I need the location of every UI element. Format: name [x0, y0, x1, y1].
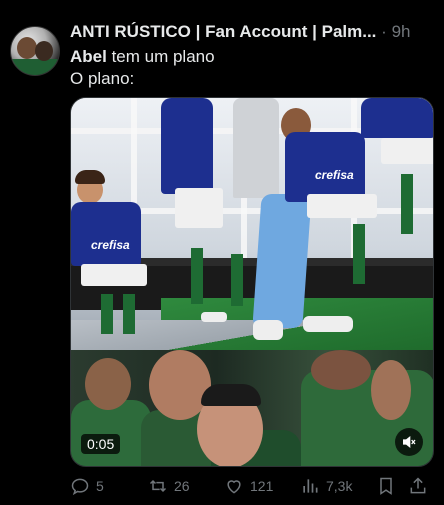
tweet-text: Abel tem um plano O plano:: [70, 46, 215, 90]
separator-dot: ·: [381, 22, 387, 41]
like-count: 121: [250, 478, 274, 494]
tweet-header: ANTI RÚSTICO | Fan Account | Palm... · 9…: [70, 22, 438, 42]
retweet-button[interactable]: 26: [148, 474, 190, 498]
like-icon: [227, 480, 241, 494]
retweet-icon: [149, 479, 167, 493]
video-duration: 0:05: [81, 434, 121, 454]
share-button[interactable]: [408, 474, 428, 498]
jersey-sponsor-text: crefisa: [91, 238, 130, 252]
like-button[interactable]: 121: [224, 474, 273, 498]
timestamp[interactable]: 9h: [392, 22, 411, 41]
mute-icon: [403, 435, 416, 449]
views-button[interactable]: 7,3k: [300, 474, 352, 498]
author-name[interactable]: ANTI RÚSTICO | Fan Account | Palm...: [70, 22, 376, 41]
action-bar: 5 26 121 7,3k: [70, 474, 434, 498]
tweet[interactable]: ANTI RÚSTICO | Fan Account | Palm... · 9…: [0, 0, 444, 505]
video-player[interactable]: crefisa crefisa 0:05: [70, 97, 434, 467]
retweet-count: 26: [174, 478, 190, 494]
video-frame-bench: crefisa crefisa: [71, 98, 433, 350]
bookmark-icon: [380, 477, 392, 495]
mute-button[interactable]: [395, 428, 423, 456]
views-icon: [303, 479, 318, 493]
bookmark-button[interactable]: [376, 474, 396, 498]
tweet-text-line1: tem um plano: [106, 47, 215, 66]
views-count: 7,3k: [326, 478, 353, 494]
avatar[interactable]: [10, 26, 60, 76]
tweet-text-line2: O plano:: [70, 69, 135, 88]
video-frame-crowd: [71, 350, 433, 466]
reply-button[interactable]: 5: [70, 474, 104, 498]
reply-count: 5: [96, 478, 104, 494]
tweet-text-bold: Abel: [70, 47, 107, 66]
share-icon: [410, 477, 426, 494]
reply-icon: [71, 478, 89, 496]
